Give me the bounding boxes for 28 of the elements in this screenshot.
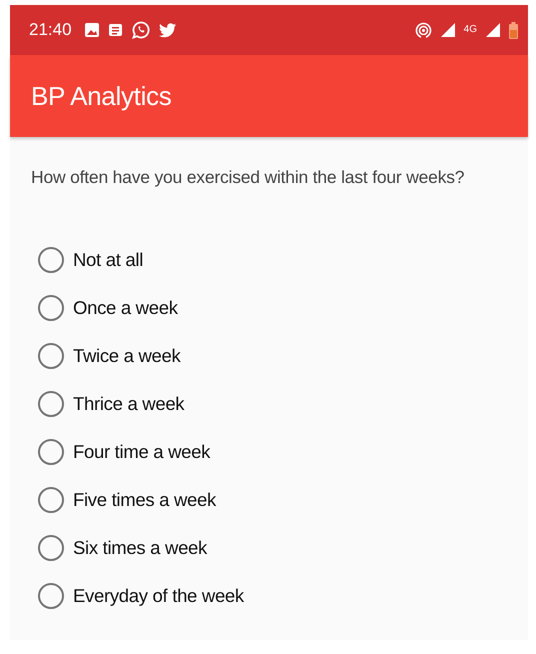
radio-button[interactable]	[38, 583, 64, 609]
radio-option[interactable]: Four time a week	[38, 438, 508, 466]
app-title: BP Analytics	[31, 80, 172, 112]
radio-button[interactable]	[38, 247, 64, 273]
radio-button[interactable]	[38, 343, 64, 369]
radio-option[interactable]: Twice a week	[38, 342, 508, 370]
radio-option[interactable]: Everyday of the week	[38, 582, 508, 610]
radio-button[interactable]	[38, 535, 64, 561]
network-type: 4G	[464, 25, 477, 35]
radio-option[interactable]: Six times a week	[38, 534, 508, 562]
radio-button[interactable]	[38, 487, 64, 513]
radio-button[interactable]	[38, 391, 64, 417]
radio-button[interactable]	[38, 295, 64, 321]
radio-option[interactable]: Once a week	[38, 294, 508, 322]
radio-option[interactable]: Thrice a week	[38, 390, 508, 418]
radio-option[interactable]: Not at all	[38, 246, 508, 274]
hotspot-icon	[414, 22, 432, 38]
clock-time: 21:40	[29, 20, 72, 40]
image-icon	[84, 23, 99, 37]
signal-icon	[440, 23, 455, 37]
signal-icon	[486, 23, 500, 37]
radio-option[interactable]: Five times a week	[38, 486, 508, 514]
news-icon	[108, 23, 123, 37]
battery-icon	[509, 22, 518, 38]
question-text: How often have you exercised within the last four weeks?	[31, 167, 466, 188]
bird-icon	[158, 22, 177, 38]
chat-icon	[132, 21, 150, 39]
radio-button[interactable]	[38, 439, 64, 465]
